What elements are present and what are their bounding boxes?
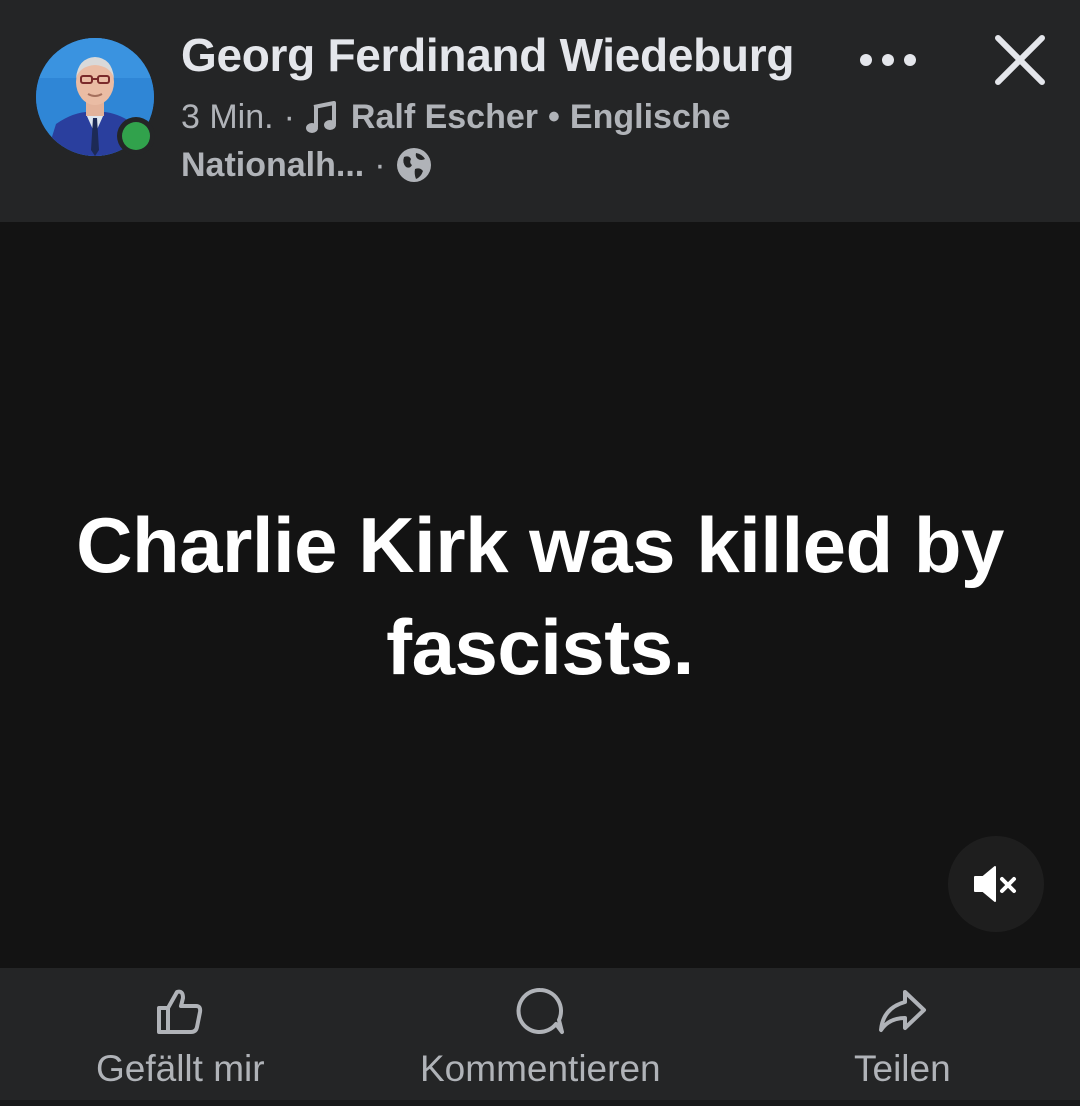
music-title-continued[interactable]: Nationalh... bbox=[181, 146, 364, 185]
close-button[interactable] bbox=[988, 28, 1052, 92]
music-separator: • bbox=[548, 97, 560, 136]
music-note-icon bbox=[305, 101, 336, 133]
comment-button[interactable]: Kommentieren bbox=[420, 986, 661, 1090]
video-player[interactable]: Charlie Kirk was killed by fascists. bbox=[0, 222, 1080, 968]
video-caption: Charlie Kirk was killed by fascists. bbox=[76, 501, 1004, 691]
like-button[interactable]: Gefällt mir bbox=[96, 986, 265, 1090]
meta-separator: · bbox=[374, 145, 386, 184]
more-options-button[interactable] bbox=[850, 40, 926, 80]
thumbs-up-icon bbox=[157, 989, 203, 1034]
comment-bubble-icon bbox=[516, 987, 565, 1034]
meta-separator: · bbox=[283, 97, 295, 136]
post-header: Georg Ferdinand Wiedeburg 3 Min. · Ralf … bbox=[0, 0, 1080, 222]
post-viewer: Georg Ferdinand Wiedeburg 3 Min. · Ralf … bbox=[0, 0, 1080, 1106]
like-label: Gefällt mir bbox=[96, 1048, 265, 1089]
post-time[interactable]: 3 Min. bbox=[181, 98, 274, 137]
share-button[interactable]: Teilen bbox=[854, 986, 951, 1090]
post-meta-continued: Nationalh... · bbox=[181, 142, 432, 188]
share-label: Teilen bbox=[854, 1048, 951, 1089]
comment-label: Kommentieren bbox=[420, 1048, 661, 1089]
more-dots-icon bbox=[860, 54, 916, 66]
close-icon bbox=[995, 35, 1045, 85]
mute-toggle-button[interactable] bbox=[948, 836, 1044, 932]
globe-icon bbox=[396, 148, 431, 182]
bottom-divider bbox=[0, 1100, 1080, 1106]
author-name[interactable]: Georg Ferdinand Wiedeburg bbox=[181, 28, 794, 82]
post-meta: 3 Min. · Ralf Escher • Englische bbox=[181, 94, 731, 140]
music-artist[interactable]: Ralf Escher bbox=[351, 98, 538, 137]
speaker-muted-icon bbox=[974, 866, 1016, 902]
online-status-indicator bbox=[117, 117, 155, 155]
music-title[interactable]: Englische bbox=[570, 98, 731, 137]
share-arrow-icon bbox=[879, 990, 927, 1032]
action-bar: Gefällt mir Kommentieren Teilen bbox=[0, 968, 1080, 1100]
